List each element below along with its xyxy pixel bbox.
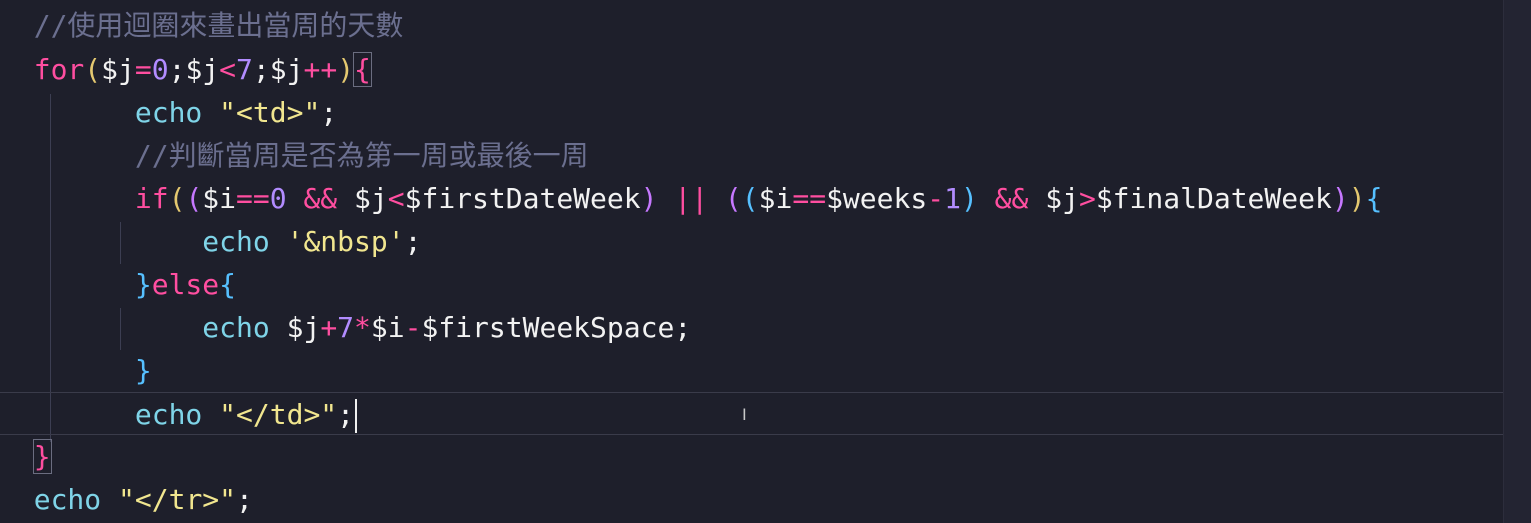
brace: { <box>1365 182 1383 215</box>
variable: $j <box>1045 182 1079 215</box>
paren: ( <box>185 182 203 215</box>
operator: < <box>219 53 237 86</box>
string: "</tr>" <box>118 483 237 516</box>
code-line-9: } <box>0 349 1503 392</box>
number: 7 <box>236 53 253 86</box>
operator: && <box>994 182 1029 215</box>
operator: - <box>927 182 945 215</box>
code-line-8: echo $j+7*$i-$firstWeekSpace; <box>0 306 1503 349</box>
variable: $j <box>354 182 388 215</box>
comment: //使用迴圈來畫出當周的天數 <box>33 9 404 42</box>
semicolon: ; <box>252 53 270 86</box>
operator: && <box>303 182 338 215</box>
brace: } <box>32 439 52 474</box>
code-line-7: }else{ <box>0 263 1503 306</box>
paren: ) <box>960 182 978 215</box>
string: "</td>" <box>219 398 338 431</box>
echo-keyword: echo <box>202 225 270 258</box>
code-line-11: } <box>0 435 1503 478</box>
variable: $finalDateWeek <box>1095 182 1332 215</box>
code-line-10-current[interactable]: echo "</td>"; <box>0 392 1503 435</box>
variable: $i <box>758 182 793 215</box>
paren: ) <box>337 53 355 86</box>
variable: $j <box>269 53 304 86</box>
echo-keyword: echo <box>33 483 102 516</box>
variable: $j <box>286 311 321 344</box>
operator: == <box>236 182 270 215</box>
semicolon: ; <box>168 53 186 86</box>
echo-keyword: echo <box>202 311 270 344</box>
variable: $firstWeekSpace <box>421 311 675 344</box>
comment: //判斷當周是否為第一周或最後一周 <box>134 139 589 172</box>
number: 7 <box>337 311 355 344</box>
operator: > <box>1078 182 1096 215</box>
code-line-4: //判斷當周是否為第一周或最後一周 <box>0 134 1503 177</box>
number: 0 <box>151 53 169 86</box>
operator: || <box>674 182 709 215</box>
code-line-1: //使用迴圈來畫出當周的天數 <box>0 4 1503 47</box>
operator: < <box>387 182 405 215</box>
paren: ( <box>724 182 742 215</box>
semicolon: ; <box>337 398 355 431</box>
code-line-12: echo "</tr>"; <box>0 478 1503 521</box>
paren: ( <box>168 182 186 215</box>
brace: { <box>353 52 372 87</box>
operator: == <box>792 182 827 215</box>
paren: ) <box>1348 182 1366 215</box>
code-line-3: echo "<td>"; <box>0 91 1503 134</box>
semicolon: ; <box>404 225 422 258</box>
operator: * <box>354 311 371 344</box>
variable: $j <box>185 53 220 86</box>
keyword: if <box>134 182 169 215</box>
semicolon: ; <box>236 483 253 516</box>
keyword: for <box>33 53 85 86</box>
number: 0 <box>269 182 287 215</box>
brace: { <box>219 268 237 301</box>
brace: } <box>134 354 152 387</box>
number: 1 <box>944 182 961 215</box>
variable: $firstDateWeek <box>404 182 641 215</box>
variable: $i <box>202 182 237 215</box>
paren: ( <box>84 53 102 86</box>
operator: + <box>320 311 338 344</box>
code-editor[interactable]: //使用迴圈來畫出當周的天數 for($j=0;$j<7;$j++){ echo… <box>0 0 1503 523</box>
semicolon: ; <box>674 311 692 344</box>
semicolon: ; <box>320 96 338 129</box>
string: "<td>" <box>219 96 321 129</box>
keyword: else <box>151 268 220 301</box>
echo-keyword: echo <box>134 398 203 431</box>
echo-keyword: echo <box>134 96 203 129</box>
text-cursor <box>355 399 358 433</box>
string: '&nbsp' <box>286 225 405 258</box>
variable: $weeks <box>826 182 928 215</box>
code-line-5: if(($i==0 && $j<$firstDateWeek) || (($i=… <box>0 177 1503 220</box>
paren: ( <box>741 182 759 215</box>
variable: $j <box>101 53 135 86</box>
code-line-2: for($j=0;$j<7;$j++){ <box>0 48 1503 91</box>
variable: $i <box>370 311 405 344</box>
operator: ++ <box>303 53 338 86</box>
vertical-scrollbar[interactable] <box>1503 0 1531 523</box>
code-line-6: echo '&nbsp'; <box>0 220 1503 263</box>
paren: ) <box>1331 182 1349 215</box>
operator: - <box>404 311 422 344</box>
paren: ) <box>640 182 658 215</box>
brace: } <box>134 268 152 301</box>
operator: = <box>134 53 152 86</box>
mouse-ibeam-icon: I <box>742 405 747 424</box>
